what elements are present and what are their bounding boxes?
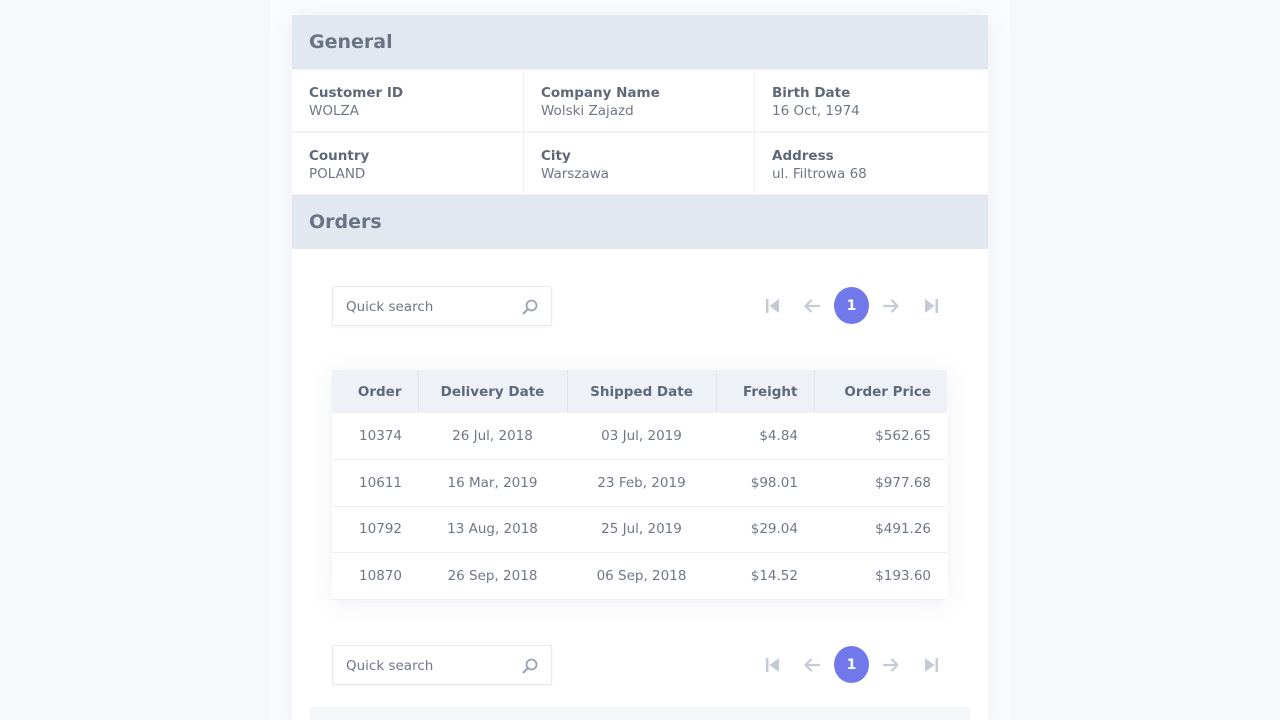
info-country: Country POLAND (292, 132, 524, 195)
info-customer-id: Customer ID WOLZA (292, 69, 524, 132)
quick-search-box (332, 286, 552, 326)
next-page-icon[interactable] (881, 296, 901, 316)
table-row[interactable]: 10792 13 Aug, 2018 25 Jul, 2019 $29.04 $… (332, 506, 947, 553)
orders-section-title: Orders (292, 195, 988, 249)
page-1-button[interactable]: 1 (834, 646, 869, 683)
info-address: Address ul. Filtrowa 68 (755, 132, 988, 195)
info-label: Birth Date (772, 85, 851, 101)
info-city: City Warszawa (524, 132, 755, 195)
cell-order-price: $977.68 (814, 459, 947, 507)
cell-delivery-date: 26 Sep, 2018 (418, 552, 567, 600)
cell-shipped-date: 23 Feb, 2019 (567, 459, 716, 507)
info-label: City (541, 148, 571, 164)
table-row[interactable]: 10870 26 Sep, 2018 06 Sep, 2018 $14.52 $… (332, 552, 947, 600)
info-label: Customer ID (309, 85, 404, 101)
cell-freight: $14.52 (716, 552, 814, 600)
info-label: Country (309, 148, 370, 164)
pagination: 1 (763, 645, 948, 685)
cell-freight: $98.01 (716, 459, 814, 507)
search-icon[interactable] (521, 298, 539, 316)
table-header-row: Order Delivery Date Shipped Date Freight… (332, 370, 947, 413)
cell-order: 10792 (332, 506, 418, 553)
first-page-icon[interactable] (763, 296, 783, 316)
info-value: Wolski Zajazd (541, 103, 634, 119)
info-value: POLAND (309, 166, 366, 182)
info-label: Address (772, 148, 834, 164)
cell-freight: $4.84 (716, 413, 814, 460)
prev-page-icon[interactable] (802, 296, 822, 316)
cell-shipped-date: 25 Jul, 2019 (567, 506, 716, 553)
cell-shipped-date: 03 Jul, 2019 (567, 413, 716, 460)
first-page-icon[interactable] (763, 655, 783, 675)
prev-page-icon[interactable] (802, 655, 822, 675)
table-row[interactable]: 10374 26 Jul, 2018 03 Jul, 2019 $4.84 $5… (332, 413, 947, 460)
cell-order: 10870 (332, 552, 418, 600)
general-section-title: General (292, 15, 988, 69)
last-page-icon[interactable] (921, 296, 941, 316)
info-value: 16 Oct, 1974 (772, 103, 860, 119)
quick-search-input[interactable] (346, 656, 516, 676)
cell-order-price: $491.26 (814, 506, 947, 553)
orders-toolbar-top: 1 (332, 286, 948, 326)
column-header-freight[interactable]: Freight (716, 370, 815, 413)
orders-table: Order Delivery Date Shipped Date Freight… (332, 370, 947, 600)
cell-delivery-date: 16 Mar, 2019 (418, 459, 567, 507)
cell-delivery-date: 26 Jul, 2018 (418, 413, 567, 460)
quick-search-input[interactable] (346, 297, 516, 317)
customer-detail-card: General Customer ID WOLZA Company Name W… (292, 15, 988, 720)
cell-order-price: $562.65 (814, 413, 947, 460)
cell-order-price: $193.60 (814, 552, 947, 600)
pagination: 1 (763, 286, 948, 326)
info-value: ul. Filtrowa 68 (772, 166, 867, 182)
info-label: Company Name (541, 85, 660, 101)
orders-toolbar-bottom: 1 (332, 645, 948, 685)
search-icon[interactable] (521, 657, 539, 675)
general-info-grid: Customer ID WOLZA Company Name Wolski Za… (292, 69, 988, 195)
cell-order: 10611 (332, 459, 418, 507)
info-value: Warszawa (541, 166, 610, 182)
quick-search-box (332, 645, 552, 685)
column-header-delivery-date[interactable]: Delivery Date (418, 370, 568, 413)
last-page-icon[interactable] (921, 655, 941, 675)
table-row[interactable]: 10611 16 Mar, 2019 23 Feb, 2019 $98.01 $… (332, 459, 947, 507)
column-header-order[interactable]: Order (332, 370, 419, 413)
info-birth-date: Birth Date 16 Oct, 1974 (755, 69, 988, 132)
cell-order: 10374 (332, 413, 418, 460)
info-value: WOLZA (309, 103, 359, 119)
page-1-button[interactable]: 1 (834, 287, 869, 324)
column-header-order-price[interactable]: Order Price (814, 370, 947, 413)
orders-table-wrap: Order Delivery Date Shipped Date Freight… (332, 370, 948, 600)
info-company-name: Company Name Wolski Zajazd (524, 69, 755, 132)
column-header-shipped-date[interactable]: Shipped Date (567, 370, 717, 413)
next-table-header-strip (310, 707, 970, 720)
cell-shipped-date: 06 Sep, 2018 (567, 552, 716, 600)
cell-delivery-date: 13 Aug, 2018 (418, 506, 567, 553)
next-page-icon[interactable] (881, 655, 901, 675)
cell-freight: $29.04 (716, 506, 814, 553)
